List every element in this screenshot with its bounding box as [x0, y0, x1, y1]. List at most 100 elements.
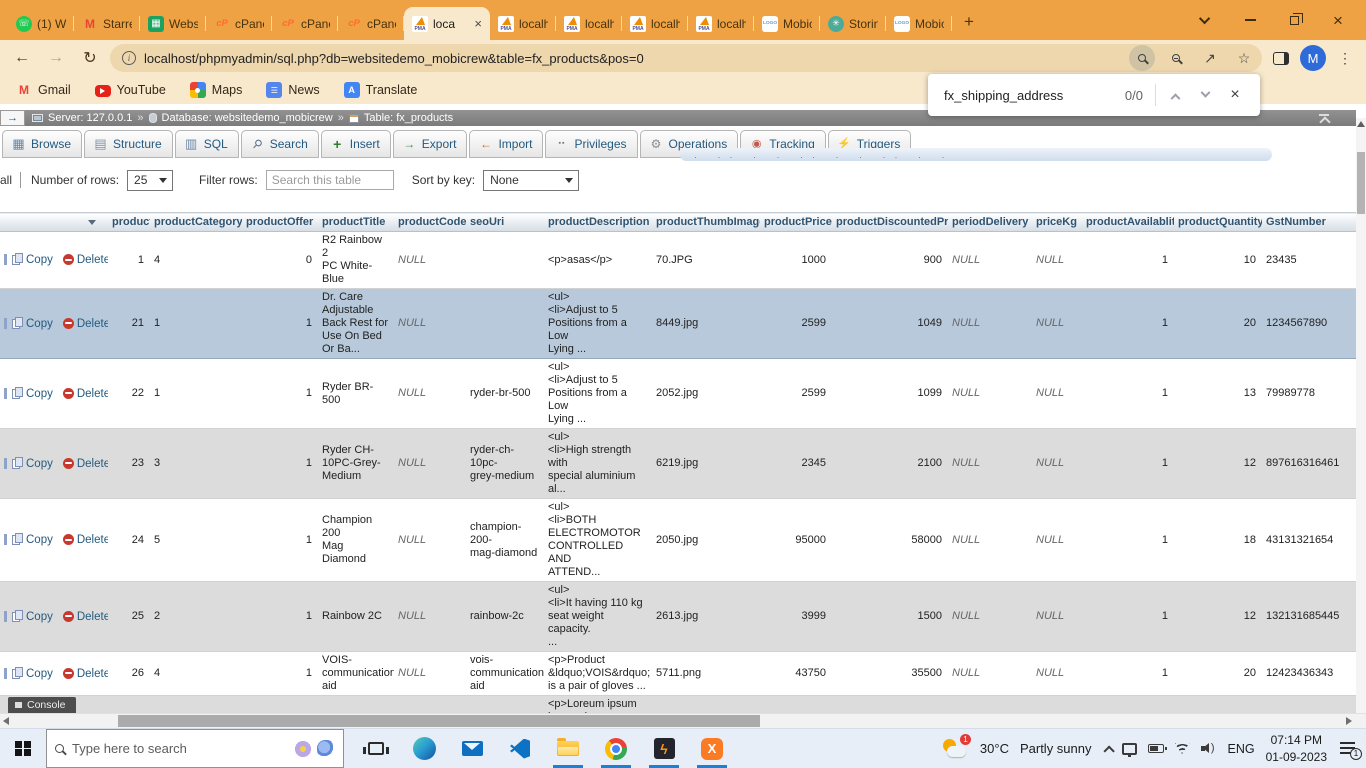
back-icon[interactable]: ←: [8, 44, 36, 72]
copy-icon[interactable]: [12, 533, 23, 545]
column-header-priceKg[interactable]: priceKg: [1032, 213, 1082, 232]
delete-link[interactable]: Delete: [77, 611, 108, 623]
vertical-scroll-thumb[interactable]: [1357, 152, 1365, 214]
find-in-page-indicator-icon[interactable]: [1129, 45, 1155, 71]
browser-tab[interactable]: localho: [490, 7, 556, 40]
copy-link[interactable]: Copy: [26, 534, 53, 546]
column-header-productPrice[interactable]: productPrice: [760, 213, 832, 232]
bookmark-item[interactable]: News: [266, 82, 319, 98]
copy-link[interactable]: Copy: [26, 611, 53, 623]
browser-tab[interactable]: Storing: [820, 7, 886, 40]
horizontal-scrollbar[interactable]: [0, 713, 1366, 728]
column-header-productThumbImage[interactable]: productThumbImage: [652, 213, 760, 232]
scroll-left-icon[interactable]: [3, 717, 9, 725]
taskbar-app-xampp[interactable]: [688, 729, 736, 768]
column-header-productCategory[interactable]: productCategory: [150, 213, 242, 232]
notification-center-icon[interactable]: 1: [1340, 741, 1360, 757]
copy-link[interactable]: Copy: [26, 388, 53, 400]
tab-search-icon[interactable]: [1184, 0, 1228, 40]
delete-link[interactable]: Delete: [77, 458, 108, 470]
column-header-productTitle[interactable]: productTitle: [318, 213, 394, 232]
wifi-icon[interactable]: [1175, 743, 1190, 754]
taskbar-app-edge[interactable]: [400, 729, 448, 768]
browser-tab[interactable]: Websit: [140, 7, 206, 40]
delete-icon[interactable]: [63, 534, 74, 545]
delete-link[interactable]: Delete: [77, 254, 108, 266]
volume-icon[interactable]: ): [1201, 743, 1217, 755]
taskbar-search[interactable]: Type here to search: [46, 729, 344, 768]
delete-link[interactable]: Delete: [77, 388, 108, 400]
copy-link[interactable]: Copy: [26, 458, 53, 470]
breadcrumb-database[interactable]: Database: websitedemo_mobicrew: [162, 112, 333, 124]
filter-input[interactable]: [266, 170, 394, 190]
battery-icon[interactable]: [1148, 744, 1164, 753]
column-header-productQuantity[interactable]: productQuantity: [1174, 213, 1262, 232]
delete-icon[interactable]: [63, 611, 74, 622]
find-close-icon[interactable]: ×: [1220, 80, 1250, 110]
browser-tab[interactable]: Mobic: [754, 7, 820, 40]
delete-link[interactable]: Delete: [77, 318, 108, 330]
browser-tab[interactable]: loca×: [404, 7, 490, 40]
new-tab-button[interactable]: +: [956, 9, 982, 35]
browser-tab[interactable]: cPanel: [206, 7, 272, 40]
tab-sql[interactable]: SQL: [175, 130, 239, 158]
rows-select[interactable]: 25: [127, 170, 173, 191]
weather-icon[interactable]: 1: [941, 737, 969, 761]
browser-tab[interactable]: localho: [556, 7, 622, 40]
language-indicator[interactable]: ENG: [1228, 742, 1255, 756]
tab-privileges[interactable]: Privileges: [545, 130, 637, 158]
show-all-label[interactable]: all: [0, 173, 12, 187]
browser-menu-icon[interactable]: ⋮: [1332, 45, 1358, 71]
delete-icon[interactable]: [63, 388, 74, 399]
nav-panel-toggle-icon[interactable]: →: [0, 110, 25, 126]
taskbar-app-sublime[interactable]: [640, 729, 688, 768]
column-header-periodDelivery[interactable]: periodDelivery: [948, 213, 1032, 232]
bookmark-item[interactable]: Translate: [344, 82, 418, 98]
copy-link[interactable]: Copy: [26, 254, 53, 266]
column-header-productOffer[interactable]: productOffer: [242, 213, 318, 232]
bookmark-star-icon[interactable]: ☆: [1231, 45, 1257, 71]
reload-icon[interactable]: ↻: [76, 44, 104, 72]
scroll-up-icon[interactable]: [1357, 121, 1365, 127]
delete-link[interactable]: Delete: [77, 534, 108, 546]
copy-link[interactable]: Copy: [26, 668, 53, 680]
close-window-icon[interactable]: ×: [1316, 0, 1360, 40]
column-header-seoUri[interactable]: seoUri: [466, 213, 544, 232]
delete-icon[interactable]: [63, 254, 74, 265]
browser-tab[interactable]: cPanel: [272, 7, 338, 40]
forward-icon[interactable]: →: [42, 44, 70, 72]
column-header-GstNumber[interactable]: GstNumber: [1262, 213, 1366, 232]
delete-link[interactable]: Delete: [77, 668, 108, 680]
breadcrumb-server[interactable]: Server: 127.0.0.1: [48, 112, 132, 124]
column-header-productDescription[interactable]: productDescription: [544, 213, 652, 232]
find-query-text[interactable]: fx_shipping_address: [944, 88, 1125, 103]
weather-desc[interactable]: Partly sunny: [1020, 741, 1092, 756]
clock[interactable]: 07:14 PM 01-09-2023: [1266, 732, 1327, 764]
tab-search[interactable]: Search: [241, 130, 319, 158]
taskbar-app-explorer[interactable]: [544, 729, 592, 768]
restore-icon[interactable]: [1272, 0, 1316, 40]
browser-tab[interactable]: Mobic: [886, 7, 952, 40]
copy-icon[interactable]: [12, 387, 23, 399]
column-header-productDiscountedPrice[interactable]: productDiscountedPrice: [832, 213, 948, 232]
bookmark-item[interactable]: YouTube: [95, 83, 166, 97]
start-button[interactable]: [0, 729, 46, 768]
breadcrumb-table[interactable]: Table: fx_products: [364, 112, 453, 124]
copy-icon[interactable]: [12, 610, 23, 622]
delete-icon[interactable]: [63, 668, 74, 679]
taskbar-app-chrome[interactable]: [592, 729, 640, 768]
scroll-to-top-icon[interactable]: [1318, 114, 1330, 123]
tray-monitor-icon[interactable]: [1122, 743, 1137, 755]
side-panel-icon[interactable]: [1268, 45, 1294, 71]
sort-select[interactable]: None: [483, 170, 579, 191]
column-header-productCode[interactable]: productCode: [394, 213, 466, 232]
site-info-icon[interactable]: i: [122, 51, 136, 65]
weather-temp[interactable]: 30°C: [980, 741, 1009, 756]
zoom-icon[interactable]: [1163, 45, 1189, 71]
profile-avatar[interactable]: M: [1300, 45, 1326, 71]
copy-icon[interactable]: [12, 253, 23, 265]
find-previous-icon[interactable]: [1160, 80, 1190, 110]
taskbar-app-vscode[interactable]: [496, 729, 544, 768]
tray-expand-icon[interactable]: [1103, 745, 1114, 756]
tab-insert[interactable]: Insert: [321, 130, 391, 158]
